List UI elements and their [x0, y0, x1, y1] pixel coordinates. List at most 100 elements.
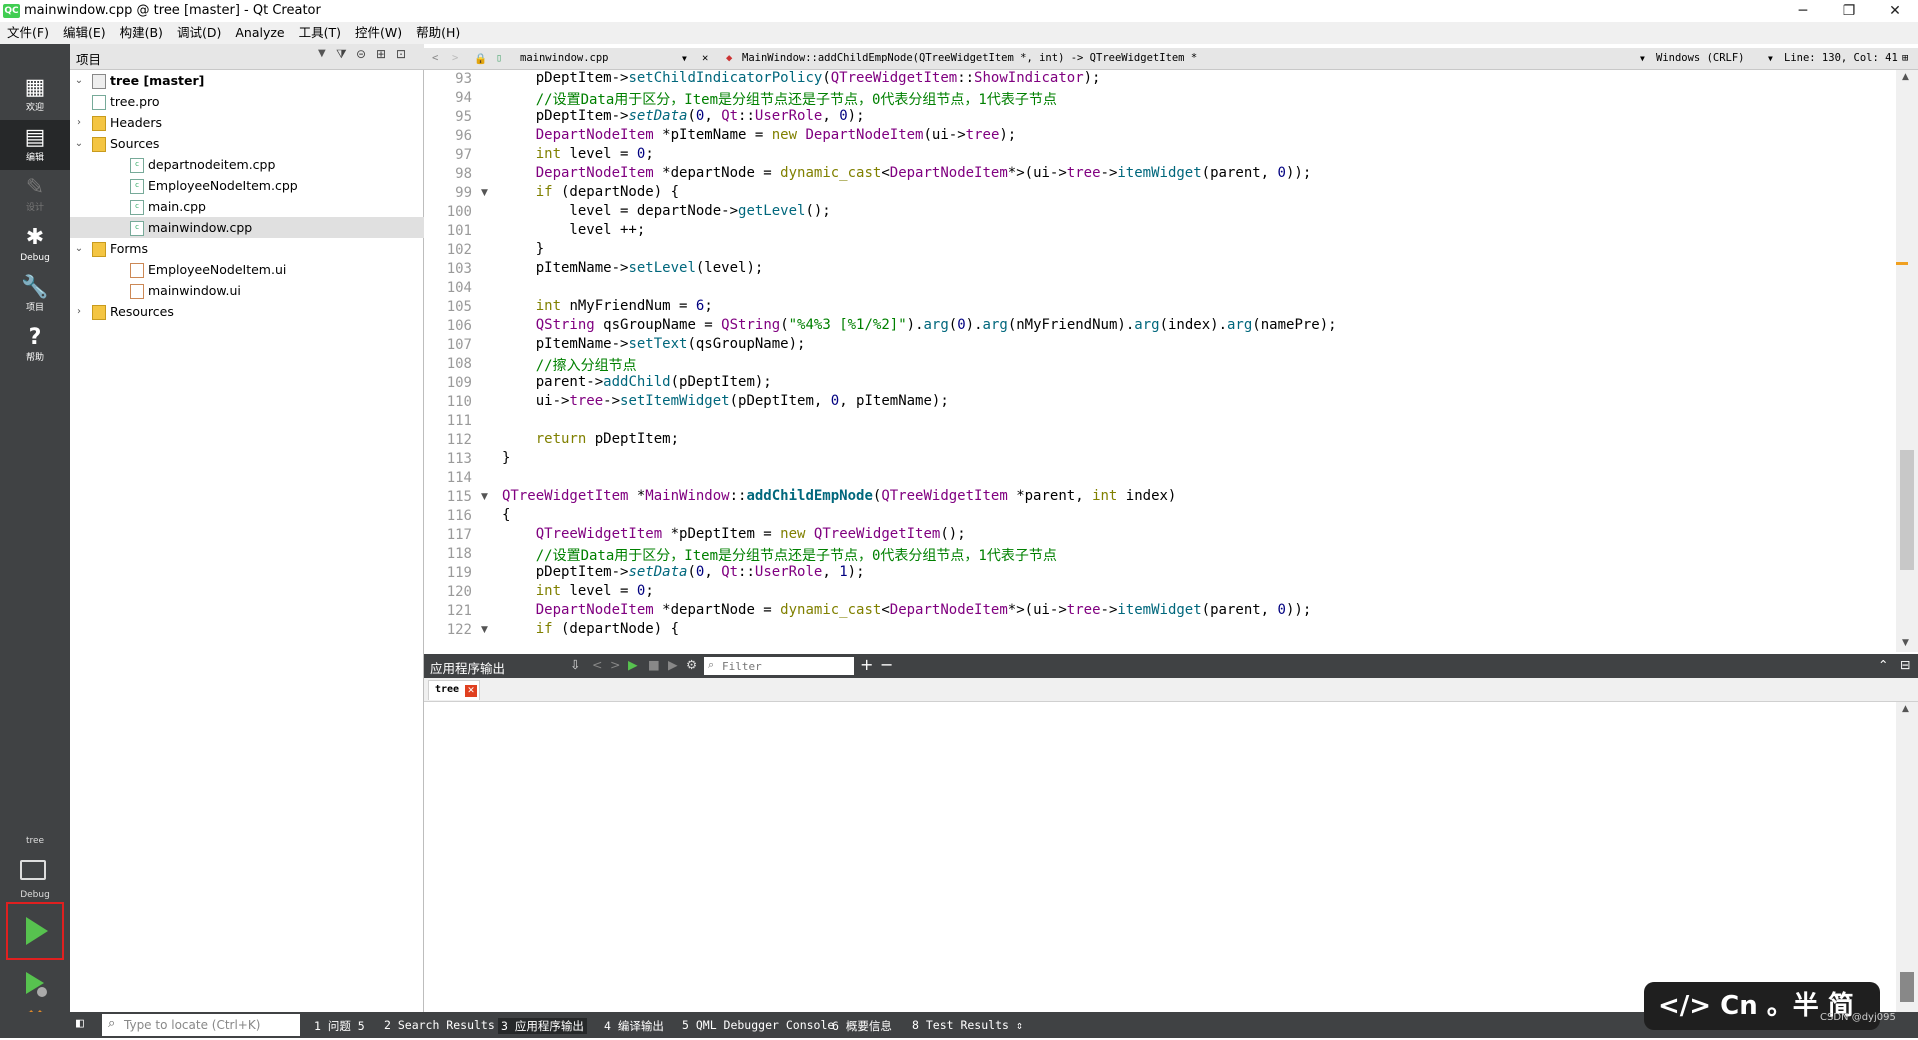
code-line[interactable]: QTreeWidgetItem *MainWindow::addChildEmp… — [502, 488, 1176, 507]
output-button-application-output[interactable]: 3 应用程序输出 — [498, 1018, 587, 1034]
output-button-test-results[interactable]: 8 Test Results — [912, 1018, 1009, 1032]
chevron-right-icon[interactable]: › — [72, 301, 86, 322]
code-line[interactable]: QString qsGroupName = QString("%4%3 [%1/… — [502, 317, 1337, 336]
menu-analyze[interactable]: Analyze — [228, 22, 291, 44]
fold-arrow-icon[interactable]: ▼ — [481, 492, 488, 502]
rerun-icon[interactable]: ▶ — [628, 657, 638, 672]
code-line[interactable]: level ++; — [502, 222, 645, 241]
chevron-right-icon[interactable]: › — [72, 112, 86, 133]
mode-design[interactable]: ✎ 设计 — [0, 170, 70, 220]
close-button[interactable]: ✕ — [1872, 0, 1918, 22]
plus-icon[interactable]: + — [860, 655, 873, 674]
locator-input[interactable]: Type to locate (Ctrl+K) — [102, 1014, 300, 1036]
run-button[interactable] — [6, 902, 64, 960]
code-line[interactable]: if (departNode) { — [502, 184, 679, 203]
chevron-down-icon[interactable]: ⌄ — [72, 70, 86, 91]
mode-edit[interactable]: ▤ 编辑 — [0, 120, 70, 170]
menu-widgets[interactable]: 控件(W) — [348, 22, 409, 44]
scroll-thumb[interactable] — [1900, 450, 1914, 570]
tree-node-file[interactable]: c departnodeitem.cpp — [70, 154, 424, 175]
sidebar-toggle-icon[interactable]: ◧ — [76, 1016, 84, 1031]
code-line[interactable]: } — [502, 241, 544, 260]
tree-node-project[interactable]: ⌄ tree [master] — [70, 70, 424, 91]
split-editor-icon[interactable]: ⊞ — [1902, 52, 1908, 64]
close-document-icon[interactable]: ✕ — [702, 52, 708, 64]
code-line[interactable]: pDeptItem->setChildIndicatorPolicy(QTree… — [502, 70, 1101, 89]
minimize-button[interactable]: ─ — [1780, 0, 1826, 22]
project-panel-title[interactable]: 项目 — [76, 49, 101, 68]
attach-icon[interactable]: ⇩ — [570, 657, 580, 672]
fold-arrow-icon[interactable]: ▼ — [481, 625, 488, 635]
code-line[interactable]: DepartNodeItem *departNode = dynamic_cas… — [502, 602, 1312, 621]
chevron-down-icon[interactable]: ▼ — [318, 48, 326, 59]
menu-edit[interactable]: 编辑(E) — [56, 22, 113, 44]
output-button-qml-debugger[interactable]: 5 QML Debugger Console — [682, 1018, 834, 1032]
code-line[interactable]: DepartNodeItem *pItemName = new DepartNo… — [502, 127, 1017, 146]
chevron-down-icon[interactable]: ⌄ — [72, 238, 86, 259]
output-scrollbar[interactable]: ▲ — [1896, 702, 1918, 1012]
menu-file[interactable]: 文件(F) — [0, 22, 56, 44]
minus-icon[interactable]: − — [880, 655, 893, 674]
debug-icon[interactable]: ▶ — [668, 657, 678, 672]
tree-node-folder[interactable]: › Resources — [70, 301, 424, 322]
maximize-pane-icon[interactable]: ⌃ — [1878, 657, 1888, 672]
code-line[interactable]: parent->addChild(pDeptItem); — [502, 374, 772, 393]
stop-icon[interactable]: ■ — [648, 657, 660, 672]
code-editor[interactable]: pDeptItem->setChildIndicatorPolicy(QTree… — [496, 70, 1896, 652]
close-panel-icon[interactable]: ⊡ — [396, 47, 406, 61]
tree-node-file[interactable]: c EmployeeNodeItem.cpp — [70, 175, 424, 196]
chevron-down-icon[interactable]: ▼ — [682, 54, 687, 63]
tree-node-file[interactable]: c main.cpp — [70, 196, 424, 217]
code-line[interactable]: level = departNode->getLevel(); — [502, 203, 830, 222]
tree-node-file[interactable]: mainwindow.ui — [70, 280, 424, 301]
output-button-search-results[interactable]: 2 Search Results — [384, 1018, 495, 1032]
chevron-down-icon[interactable]: ▼ — [1768, 54, 1773, 63]
code-line[interactable]: QTreeWidgetItem *pDeptItem = new QTreeWi… — [502, 526, 966, 545]
tree-node-file[interactable]: EmployeeNodeItem.ui — [70, 259, 424, 280]
output-text-area[interactable] — [424, 702, 1896, 1012]
monitor-icon[interactable] — [20, 860, 46, 880]
symbol-combo[interactable]: MainWindow::addChildEmpNode(QTreeWidgetI… — [742, 52, 1197, 64]
code-line[interactable]: pDeptItem->setData(0, Qt::UserRole, 0); — [502, 108, 865, 127]
mode-debug[interactable]: ✱ Debug — [0, 220, 70, 270]
code-line[interactable]: ui->tree->setItemWidget(pDeptItem, 0, pI… — [502, 393, 949, 412]
code-line[interactable]: //设置Data用于区分，Item是分组节点还是子节点，0代表分组节点，1代表子… — [502, 545, 1057, 564]
tree-node-folder[interactable]: › Headers — [70, 112, 424, 133]
chevron-down-icon[interactable]: ▼ — [1640, 54, 1645, 63]
output-filter-input[interactable] — [704, 657, 854, 675]
gear-icon[interactable]: ⚙ — [686, 657, 697, 672]
tree-node-folder[interactable]: ⌄ Forms — [70, 238, 424, 259]
next-icon[interactable]: > — [610, 657, 620, 672]
scroll-down-icon[interactable]: ▼ — [1902, 638, 1909, 648]
fold-arrow-icon[interactable]: ▼ — [481, 188, 488, 198]
open-file-combo[interactable]: mainwindow.cpp — [520, 52, 609, 64]
code-line[interactable]: int level = 0; — [502, 583, 654, 602]
output-tab-tree[interactable]: tree ✕ — [428, 680, 480, 700]
code-line[interactable]: { — [502, 507, 510, 526]
code-line[interactable]: pDeptItem->setData(0, Qt::UserRole, 1); — [502, 564, 865, 583]
code-line[interactable]: pItemName->setLevel(level); — [502, 260, 764, 279]
tree-node-file[interactable]: tree.pro — [70, 91, 424, 112]
code-line[interactable]: //擦入分组节点 — [502, 355, 637, 374]
mode-projects[interactable]: 🔧 项目 — [0, 270, 70, 320]
code-line[interactable]: int nMyFriendNum = 6; — [502, 298, 713, 317]
debug-run-button[interactable] — [18, 966, 52, 1000]
output-button-issues[interactable]: 1 问题 5 — [314, 1018, 365, 1034]
code-line[interactable]: pItemName->setText(qsGroupName); — [502, 336, 806, 355]
scroll-up-icon[interactable]: ▲ — [1902, 72, 1909, 82]
back-arrow-icon[interactable]: < — [432, 52, 438, 64]
code-line[interactable]: if (departNode) { — [502, 621, 679, 640]
code-line[interactable]: } — [502, 450, 510, 469]
link-icon[interactable]: ⊝ — [356, 47, 366, 61]
scroll-thumb[interactable] — [1900, 972, 1914, 1002]
code-line[interactable]: int level = 0; — [502, 146, 654, 165]
code-line[interactable]: DepartNodeItem *departNode = dynamic_cas… — [502, 165, 1312, 184]
maximize-button[interactable]: ❐ — [1826, 0, 1872, 22]
editor-scrollbar[interactable]: ▲ ▼ — [1896, 70, 1918, 652]
mode-help[interactable]: ? 帮助 — [0, 320, 70, 370]
menu-help[interactable]: 帮助(H) — [409, 22, 467, 44]
code-line[interactable]: //设置Data用于区分，Item是分组节点还是子节点，0代表分组节点，1代表子… — [502, 89, 1057, 108]
close-tab-icon[interactable]: ✕ — [465, 685, 477, 697]
close-pane-icon[interactable]: ⊟ — [1900, 657, 1910, 672]
encoding-combo[interactable]: Windows (CRLF) — [1656, 52, 1745, 64]
